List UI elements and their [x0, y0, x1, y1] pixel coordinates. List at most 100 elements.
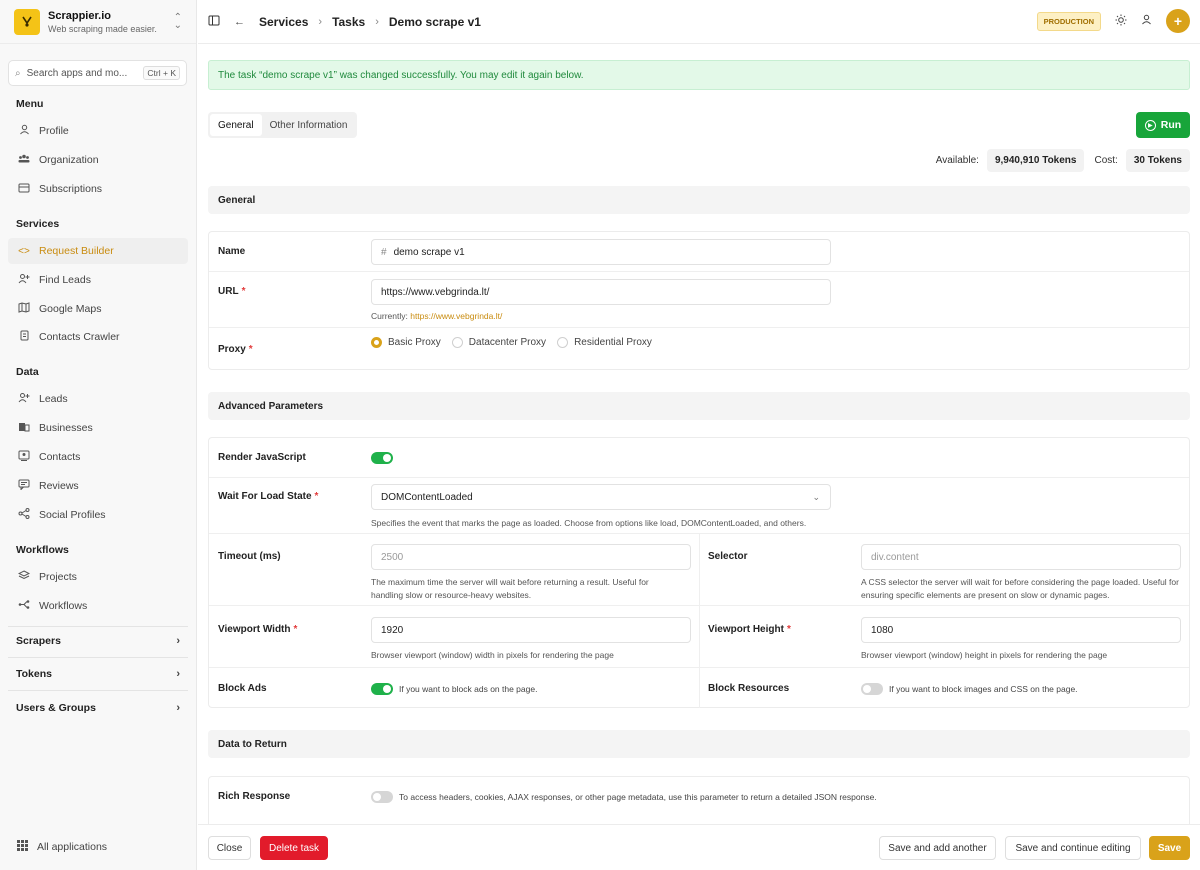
cost-tokens: 30 Tokens: [1125, 149, 1190, 172]
sidebar-item-label: Workflows: [39, 600, 88, 612]
theme-sun-icon[interactable]: [1115, 14, 1127, 29]
selector-label: Selector: [708, 551, 748, 562]
sidebar-item-subscriptions[interactable]: Subscriptions: [8, 176, 188, 202]
breadcrumb-separator-icon: ›: [318, 15, 323, 28]
sidebar-item-label: Reviews: [39, 480, 79, 492]
column-divider: [699, 534, 700, 606]
sidebar-divider: [8, 657, 188, 658]
user-account-icon[interactable]: [1141, 14, 1152, 28]
save-button[interactable]: Save: [1149, 836, 1190, 860]
url-label: URL *: [218, 286, 246, 297]
sidebar-item-contacts-crawler[interactable]: Contacts Crawler: [8, 324, 188, 350]
viewport-height-value: 1080: [871, 624, 894, 636]
sidebar-item-reviews[interactable]: Reviews: [8, 473, 188, 499]
form-tabs: General Other Information: [208, 112, 358, 138]
sidebar-item-find-leads[interactable]: Find Leads: [8, 267, 188, 293]
section-title-data: Data: [16, 366, 39, 378]
chevron-right-icon: ›: [176, 668, 180, 680]
sidebar-item-projects[interactable]: Projects: [8, 564, 188, 590]
code-icon: <>: [18, 245, 30, 257]
proxy-option-datacenter[interactable]: Datacenter Proxy: [451, 337, 546, 348]
topbar: ← Services › Tasks › Demo scrape v1 PROD…: [198, 0, 1200, 44]
search-input[interactable]: ⌕ Search apps and mo... Ctrl + K: [8, 60, 187, 86]
file-icon: [18, 330, 30, 344]
sidebar-group-tokens[interactable]: Tokens ›: [8, 662, 188, 686]
selector-input[interactable]: div.content: [861, 544, 1181, 570]
block-ads-help: If you want to block ads on the page.: [399, 684, 538, 694]
run-label: Run: [1160, 119, 1182, 131]
viewport-width-label: Viewport Width *: [218, 624, 298, 635]
block-resources-toggle[interactable]: [861, 683, 883, 695]
wait-select[interactable]: DOMContentLoaded ⌄: [371, 484, 831, 510]
radio-unselected: [557, 337, 569, 348]
rich-response-help: To access headers, cookies, AJAX respons…: [399, 792, 877, 802]
sidebar-toggle-icon[interactable]: [208, 15, 220, 29]
block-ads-toggle[interactable]: [371, 683, 393, 695]
render-js-label: Render JavaScript: [218, 452, 306, 463]
viewport-width-help: Browser viewport (window) width in pixel…: [371, 650, 614, 660]
chevron-up-down-icon[interactable]: ⌃ ⌄: [174, 12, 182, 30]
delete-task-button[interactable]: Delete task: [260, 836, 328, 860]
viewport-height-help: Browser viewport (window) height in pixe…: [861, 650, 1108, 660]
avatar-add-button[interactable]: +: [1166, 9, 1190, 33]
render-js-row: Render JavaScript: [209, 438, 1189, 478]
run-button[interactable]: ▶ Run: [1136, 112, 1190, 138]
render-js-toggle[interactable]: [371, 452, 393, 464]
all-applications-link[interactable]: All applications: [16, 840, 107, 854]
sidebar-item-businesses[interactable]: Businesses: [8, 415, 188, 441]
proxy-option-basic[interactable]: Basic Proxy: [371, 337, 441, 348]
block-resources-help: If you want to block images and CSS on t…: [889, 684, 1078, 694]
search-placeholder: Search apps and mo...: [26, 67, 128, 79]
radio-selected: [371, 337, 382, 348]
save-and-continue-button[interactable]: Save and continue editing: [1005, 836, 1141, 860]
close-button[interactable]: Close: [208, 836, 251, 860]
sidebar-item-google-maps[interactable]: Google Maps: [8, 296, 188, 322]
sidebar-group-users-groups[interactable]: Users & Groups ›: [8, 696, 188, 720]
tab-general[interactable]: General: [210, 114, 262, 136]
name-input[interactable]: # demo scrape v1: [371, 239, 831, 265]
rich-response-label: Rich Response: [218, 791, 291, 802]
sidebar-item-contacts[interactable]: Contacts: [8, 444, 188, 470]
breadcrumb-services[interactable]: Services: [259, 15, 308, 29]
wait-value: DOMContentLoaded: [381, 491, 473, 503]
play-icon: ▶: [1144, 119, 1156, 131]
data-return-card: Rich Response To access headers, cookies…: [208, 776, 1190, 824]
workflow-icon: [18, 599, 30, 613]
brand-logo: [14, 8, 40, 35]
wait-row: Wait For Load State * DOMContentLoaded ⌄ …: [209, 478, 1189, 534]
column-divider: [699, 606, 700, 668]
viewport-width-input[interactable]: 1920: [371, 617, 691, 643]
tab-other-information[interactable]: Other Information: [262, 114, 356, 136]
sidebar-item-request-builder[interactable]: <> Request Builder: [8, 238, 188, 264]
url-input[interactable]: https://www.vebgrinda.lt/: [371, 279, 831, 305]
timeout-input[interactable]: 2500: [371, 544, 691, 570]
share-icon: [18, 508, 30, 522]
save-and-add-another-button[interactable]: Save and add another: [879, 836, 996, 860]
viewport-height-input[interactable]: 1080: [861, 617, 1181, 643]
cost-label: Cost:: [1094, 155, 1118, 166]
sidebar-item-social-profiles[interactable]: Social Profiles: [8, 502, 188, 528]
form-action-bar: Close Delete task Save and add another S…: [198, 824, 1200, 870]
sidebar-item-profile[interactable]: Profile: [8, 118, 188, 144]
sidebar-group-scrapers[interactable]: Scrapers ›: [8, 629, 188, 653]
breadcrumb-tasks[interactable]: Tasks: [332, 15, 365, 29]
timeout-placeholder: 2500: [381, 551, 404, 563]
sidebar-item-organization[interactable]: Organization: [8, 147, 188, 173]
radio-unselected: [451, 337, 463, 348]
rich-response-toggle[interactable]: [371, 791, 393, 803]
brand-tagline: Web scraping made easier.: [48, 23, 157, 34]
sidebar-item-label: Contacts: [39, 451, 81, 463]
url-current-link[interactable]: https://www.vebgrinda.lt/: [410, 311, 502, 321]
back-arrow-icon[interactable]: ←: [234, 16, 245, 28]
proxy-option-residential[interactable]: Residential Proxy: [557, 337, 652, 348]
scraper-logo-icon: [22, 16, 32, 27]
section-general-header: General: [208, 186, 1190, 214]
column-divider: [699, 668, 700, 708]
hash-icon: #: [381, 246, 387, 258]
sidebar-item-leads[interactable]: Leads: [8, 386, 188, 412]
brand-switcher[interactable]: Scrappier.io Web scraping made easier. ⌃…: [0, 0, 196, 44]
sidebar-item-workflows[interactable]: Workflows: [8, 593, 188, 619]
chevron-right-icon: ›: [176, 702, 180, 714]
grid-icon: [16, 840, 28, 854]
sidebar-divider: [8, 626, 188, 627]
